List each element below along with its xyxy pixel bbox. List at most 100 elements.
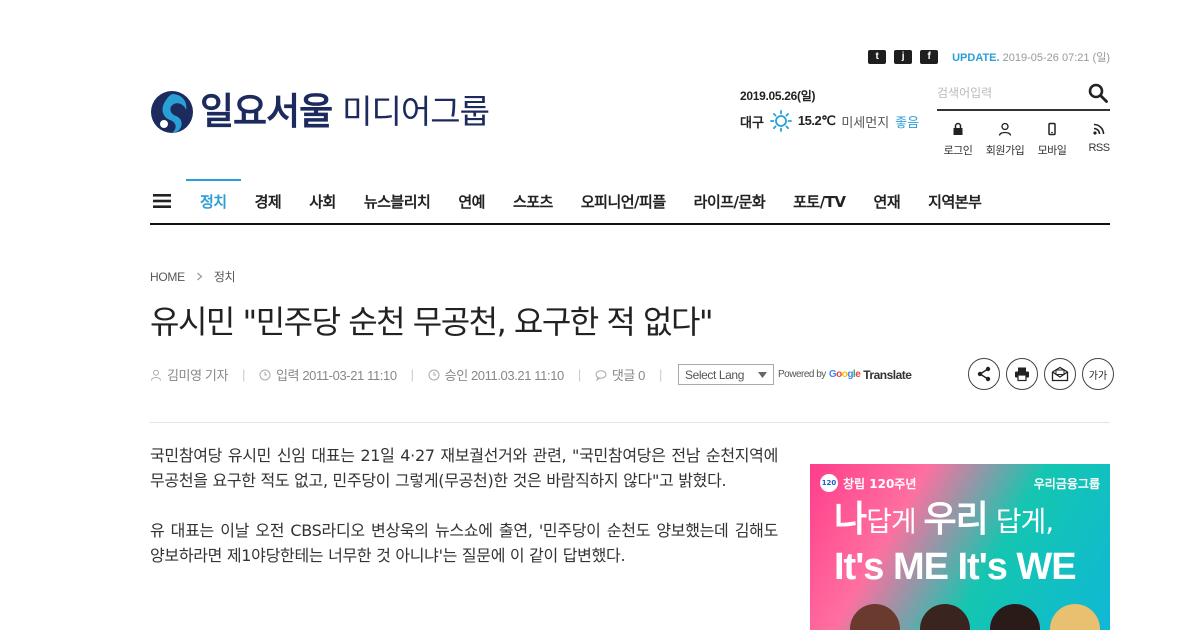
language-select-value: Select Lang: [685, 367, 744, 382]
mobile-label: 모바일: [1037, 145, 1067, 157]
rss-label: RSS: [1088, 142, 1110, 154]
logo-sub-text: 미디어그룹: [342, 92, 490, 131]
article-meta: 김미영 기자 | 입력 2011-03-21 11:10 | 승인 2011.0…: [150, 364, 912, 385]
site-logo[interactable]: 일요서울 미디어그룹: [150, 90, 490, 134]
nav-item-politics[interactable]: 정치: [186, 178, 241, 223]
top-bar: t j f UPDATE. 2019-05-26 07:21 (일): [868, 49, 1110, 65]
update-datetime: 2019-05-26 07:21 (일): [999, 52, 1110, 64]
ad-person: [1050, 604, 1100, 630]
powered-by-label: Powered by: [778, 369, 826, 380]
ad-banner[interactable]: 120 창립 120주년 우리금융그룹 나답게 우리 답게, It's ME I…: [810, 464, 1110, 630]
sun-icon: [770, 110, 792, 132]
powered-by-google: Powered by Google Translate: [778, 368, 912, 382]
logo-mark-icon: [151, 91, 193, 133]
article-title: 유시민 "민주당 순천 무공천, 요구한 적 없다": [150, 303, 714, 341]
tumblr-icon[interactable]: j: [894, 50, 913, 64]
weather-city: 대구: [740, 114, 764, 130]
signup-label: 회원가입: [985, 145, 1025, 157]
article-tools: 가가: [968, 358, 1114, 390]
weather-date: 2019.05.26(일): [740, 89, 816, 103]
facebook-icon[interactable]: f: [920, 50, 939, 64]
print-button[interactable]: [1006, 358, 1038, 390]
login-label: 로그인: [943, 145, 973, 157]
meta-divider: |: [577, 367, 581, 382]
nav-item-news-bleach[interactable]: 뉴스블리치: [350, 179, 445, 223]
weather-widget: 2019.05.26(일) 대구 15.2℃ 미세먼지 좋음: [740, 87, 919, 132]
font-size-button[interactable]: 가가: [1082, 358, 1114, 390]
nav-item-economy[interactable]: 경제: [241, 179, 296, 223]
user-icon: [998, 122, 1012, 136]
article-comments[interactable]: 댓글 0: [612, 365, 646, 384]
email-icon: [1051, 366, 1069, 382]
font-size-label: 가가: [1088, 370, 1108, 382]
print-icon: [1015, 367, 1029, 382]
caret-down-icon: [758, 371, 767, 378]
ad-word-na: 나: [834, 499, 867, 540]
nav-item-sports[interactable]: 스포츠: [499, 179, 567, 223]
ad-people-image: [830, 594, 1100, 630]
ad-person: [850, 604, 900, 630]
article-author: 김미영 기자: [167, 368, 229, 383]
lock-icon: [953, 122, 963, 135]
anniversary-badge: 120: [820, 474, 838, 492]
meta-divider: |: [659, 367, 662, 382]
share-button[interactable]: [968, 358, 1000, 390]
ad-word-dapge2: 답게,: [987, 505, 1054, 538]
nav-item-society[interactable]: 사회: [295, 179, 350, 223]
nav-item-entertainment[interactable]: 연예: [444, 179, 499, 223]
main-nav: 정치 경제 사회 뉴스블리치 연예 스포츠 오피니언/피플 라이프/문화 포토/…: [150, 178, 1110, 225]
logo-main-text: 일요서울: [200, 90, 333, 133]
anniversary-text: 창립 120주년: [843, 476, 917, 491]
search-input[interactable]: [937, 78, 1077, 108]
share-icon: [977, 366, 991, 382]
breadcrumb: HOME 정치: [150, 268, 236, 285]
rss-icon: [1093, 123, 1105, 135]
ad-word-uri: 우리: [923, 499, 989, 540]
google-logo: Google: [828, 369, 861, 380]
signup-link[interactable]: 회원가입: [984, 122, 1026, 158]
ad-word-dapge: 답게: [866, 505, 924, 538]
ad-headline-2: It's ME It's WE: [834, 546, 1077, 588]
hamburger-icon: [153, 193, 171, 208]
twitter-icon[interactable]: t: [868, 50, 887, 64]
mobile-icon: [1048, 122, 1056, 136]
article-input-time: 입력 2011-03-21 11:10: [276, 368, 397, 383]
clock-icon: [428, 369, 440, 380]
dust-status: 좋음: [895, 114, 920, 130]
ad-brand: 우리금융그룹: [1033, 476, 1100, 491]
utility-links: 로그인 회원가입 모바일 RSS: [937, 122, 1125, 158]
nav-item-life[interactable]: 라이프/문화: [680, 179, 779, 223]
search-icon[interactable]: [1088, 83, 1108, 103]
breadcrumb-home[interactable]: HOME: [150, 270, 185, 284]
chevron-right-icon: [196, 272, 203, 281]
ad-headline-1: 나답게 우리 답게,: [834, 498, 1054, 544]
menu-button[interactable]: [150, 179, 186, 223]
breadcrumb-section[interactable]: 정치: [214, 268, 236, 285]
article-body: 국민참여당 유시민 신임 대표는 21일 4·27 재보궐선거와 관련, "국민…: [150, 443, 778, 593]
article-approve-time: 승인 2011.03.21 11:10: [444, 368, 565, 383]
rss-link[interactable]: RSS: [1078, 122, 1120, 158]
nav-item-opinion[interactable]: 오피니언/피플: [567, 179, 680, 223]
login-link[interactable]: 로그인: [937, 122, 979, 158]
meta-divider: |: [410, 367, 414, 382]
ad-person: [990, 604, 1040, 630]
meta-divider-line: [150, 422, 1110, 423]
mobile-link[interactable]: 모바일: [1031, 122, 1073, 158]
search-box: [937, 78, 1110, 111]
ad-person: [920, 604, 970, 630]
clock-icon: [259, 369, 271, 380]
translate-link[interactable]: Translate: [863, 368, 912, 382]
email-button[interactable]: [1044, 358, 1076, 390]
article-paragraph: 유 대표는 이날 오전 CBS라디오 변상욱의 뉴스쇼에 출연, '민주당이 순…: [150, 521, 778, 565]
weather-temp: 15.2℃: [797, 113, 836, 128]
comment-icon: [595, 369, 607, 381]
language-select[interactable]: Select Lang: [678, 364, 774, 385]
author-icon: [151, 369, 161, 381]
nav-item-series[interactable]: 연재: [860, 179, 915, 223]
nav-item-photo-tv[interactable]: 포토/TV: [779, 179, 859, 223]
meta-divider: |: [242, 367, 245, 382]
nav-item-regional[interactable]: 지역본부: [914, 179, 995, 223]
dust-label: 미세먼지: [841, 114, 890, 130]
update-info: UPDATE. 2019-05-26 07:21 (일): [952, 49, 1110, 65]
article-paragraph: 국민참여당 유시민 신임 대표는 21일 4·27 재보궐선거와 관련, "국민…: [150, 446, 778, 490]
